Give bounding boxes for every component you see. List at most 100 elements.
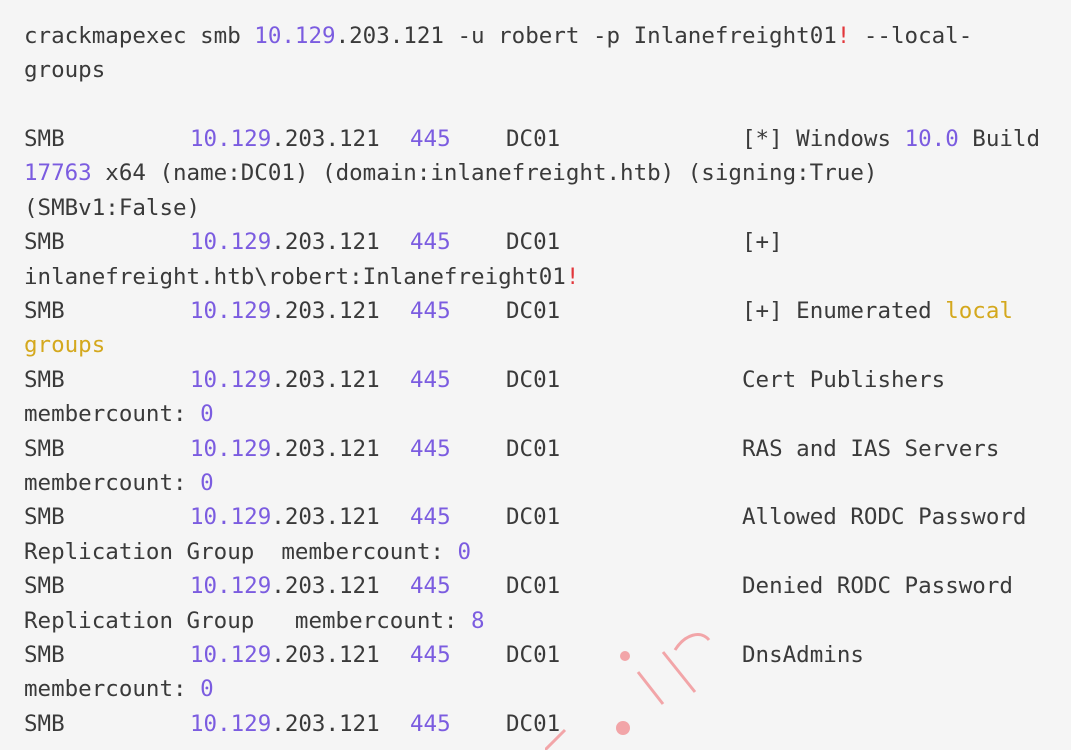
message-run: ! xyxy=(565,263,580,290)
message-text: 17763 x64 (name:DC01) (domain:inlanefrei… xyxy=(24,156,877,190)
command-bang: ! xyxy=(836,23,851,49)
ip-address-suffix: .203.121 xyxy=(271,642,380,668)
message-text: Replication Group membercount: 0 xyxy=(24,535,471,569)
ip-address: 10.129.203.121 xyxy=(190,642,380,668)
port-number: 445 xyxy=(410,435,451,462)
command-args: -u robert -p Inlanefreight01 xyxy=(443,23,837,49)
message-run: 0 xyxy=(457,538,472,565)
ip-address: 10.129.203.121 xyxy=(190,366,380,393)
command-line-wrap: groups xyxy=(24,57,106,83)
host-name: DC01 xyxy=(506,573,561,600)
ip-address: 10.129.203.121 xyxy=(190,435,380,462)
ip-address-suffix: .203.121 xyxy=(271,126,380,152)
ip-address: 10.129.203.121 xyxy=(190,229,380,256)
protocol-label: SMB xyxy=(24,435,65,462)
message-run: local xyxy=(945,298,1013,324)
host-name: DC01 xyxy=(506,298,561,324)
message-run: Build xyxy=(958,126,1041,152)
message-run: 10.0 xyxy=(904,126,959,152)
command-flag: --local- xyxy=(850,23,973,49)
message-run: 17763 xyxy=(24,160,92,187)
message-text: [+] xyxy=(742,225,783,259)
message-run: membercount: xyxy=(24,676,201,703)
watermark xyxy=(545,633,711,750)
port-number: 445 xyxy=(410,642,451,668)
ip-address: 10.129.203.121 xyxy=(190,573,380,600)
ip-address: 10.129.203.121 xyxy=(190,710,380,737)
watermark-dot xyxy=(616,721,630,735)
command-ip-suffix: .203.121 xyxy=(335,23,444,49)
message-run: x64 (name:DC01) (domain:inlanefreight.ht… xyxy=(91,160,878,187)
message-text: Replication Group membercount: 8 xyxy=(24,604,485,638)
message-text: membercount: 0 xyxy=(24,397,214,431)
watermark-dot-i xyxy=(620,651,630,661)
protocol-label: SMB xyxy=(24,229,65,256)
protocol-label: SMB xyxy=(24,504,65,531)
message-run: [+] xyxy=(742,229,783,256)
ip-address-suffix: .203.121 xyxy=(271,366,380,393)
protocol-label: SMB xyxy=(24,298,65,324)
message-text: [*] Windows 10.0 Build xyxy=(742,122,1040,156)
message-run: groups xyxy=(24,332,106,359)
port-number: 445 xyxy=(410,126,451,152)
message-run: Allowed RODC Password xyxy=(742,504,1027,531)
protocol-label: SMB xyxy=(24,573,65,600)
message-run: Replication Group membercount: xyxy=(24,607,472,634)
port-number: 445 xyxy=(410,298,451,324)
port-number: 445 xyxy=(410,366,451,393)
message-run: Replication Group membercount: xyxy=(24,538,458,565)
message-run: 0 xyxy=(200,676,214,703)
port-number: 445 xyxy=(410,573,451,600)
protocol-label: SMB xyxy=(24,126,65,152)
ip-address-suffix: .203.121 xyxy=(271,504,380,531)
message-run: Cert Publishers xyxy=(742,366,946,393)
message-text: RAS and IAS Servers xyxy=(742,432,999,466)
message-text: membercount: 0 xyxy=(24,672,214,706)
message-text: [+] Enumerated local xyxy=(742,294,1013,328)
ip-address-suffix: .203.121 xyxy=(271,573,380,600)
port-number: 445 xyxy=(410,229,451,256)
message-text: groups xyxy=(24,328,105,362)
protocol-label: SMB xyxy=(24,710,65,737)
ip-address-suffix: .203.121 xyxy=(271,435,380,462)
message-text: Allowed RODC Password xyxy=(742,500,1026,534)
watermark-stroke-i xyxy=(636,671,665,705)
ip-address-suffix: .203.121 xyxy=(271,229,380,256)
message-run: (SMBv1:False) xyxy=(24,194,201,221)
ip-address-suffix: .203.121 xyxy=(271,298,380,324)
message-text: DnsAdmins xyxy=(742,638,864,672)
command-line: crackmapexec smb 10.129.203.121 -u rober… xyxy=(24,19,972,53)
ip-address: 10.129.203.121 xyxy=(190,298,380,324)
message-run: Denied RODC Password xyxy=(742,573,1013,600)
command-ip-prefix: 10.129 xyxy=(254,23,336,49)
host-name: DC01 xyxy=(506,229,561,256)
ip-address-suffix: .203.121 xyxy=(271,710,380,737)
host-name: DC01 xyxy=(506,710,561,737)
message-text: membercount: 0 xyxy=(24,466,214,500)
terminal-output: crackmapexec smb 10.129.203.121 -u rober… xyxy=(0,0,1071,750)
port-number: 445 xyxy=(410,710,451,737)
message-run: 8 xyxy=(471,607,485,634)
host-name: DC01 xyxy=(506,435,561,462)
watermark-stroke-r xyxy=(661,633,711,693)
message-text: inlanefreight.htb\robert:Inlanefreight01… xyxy=(24,260,579,294)
message-run: RAS and IAS Servers xyxy=(742,435,1000,462)
host-name: DC01 xyxy=(506,642,561,668)
message-text: Cert Publishers xyxy=(742,363,945,397)
ip-address: 10.129.203.121 xyxy=(190,126,380,152)
host-name: DC01 xyxy=(506,366,561,393)
message-run: [*] Windows xyxy=(742,126,905,152)
command-part: crackmapexec smb xyxy=(24,23,255,49)
message-text: Denied RODC Password xyxy=(742,569,1013,603)
host-name: DC01 xyxy=(506,126,561,152)
ip-address: 10.129.203.121 xyxy=(190,504,380,531)
message-run: inlanefreight.htb\robert:Inlanefreight01 xyxy=(24,263,566,290)
protocol-label: SMB xyxy=(24,366,65,393)
message-run: 0 xyxy=(200,470,214,496)
host-name: DC01 xyxy=(506,504,561,531)
message-run: DnsAdmins xyxy=(742,642,864,668)
message-text: (SMBv1:False) xyxy=(24,191,200,225)
message-run: 0 xyxy=(200,401,214,428)
port-number: 445 xyxy=(410,504,451,531)
message-run: membercount: xyxy=(24,401,201,428)
